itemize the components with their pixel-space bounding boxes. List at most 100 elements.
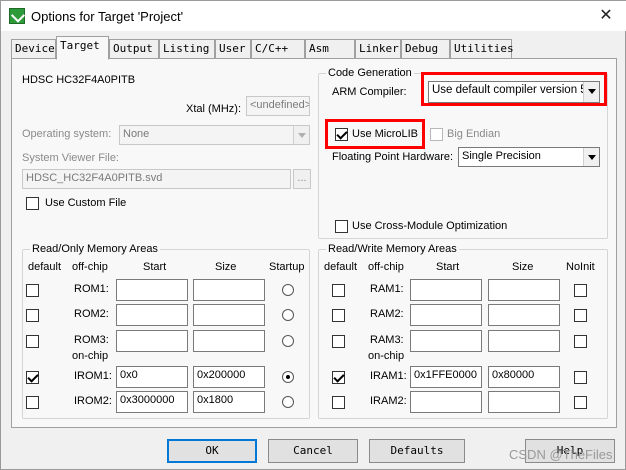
svd-browse-button[interactable]: ...: [293, 169, 311, 189]
ram-header-size: Size: [512, 261, 534, 273]
use-custom-file-label: Use Custom File: [45, 197, 127, 209]
irom2-default-checkbox[interactable]: [26, 396, 39, 409]
irom2-startup-radio[interactable]: [282, 396, 294, 408]
iram2-label: IRAM2:: [370, 395, 407, 407]
rom1-default-checkbox[interactable]: [26, 284, 39, 297]
watermark: CSDN @TheFiles: [509, 447, 613, 462]
big-endian-label: Big Endian: [447, 128, 501, 140]
ram-row: RAM2:: [308, 303, 598, 327]
defaults-button[interactable]: Defaults: [369, 439, 465, 463]
ram3-size-field[interactable]: [488, 330, 560, 352]
xtal-field[interactable]: <undefined>: [246, 96, 310, 116]
tab-c-cpp[interactable]: C/C++: [251, 39, 305, 59]
rom-header-offchip: off-chip: [72, 261, 108, 273]
ram-row: RAM1:: [308, 278, 598, 302]
rom3-label: ROM3:: [74, 334, 109, 346]
rom1-startup-radio[interactable]: [282, 284, 294, 296]
irom1-size-field[interactable]: 0x200000: [193, 366, 265, 388]
ram1-label: RAM1:: [370, 283, 404, 295]
iram1-start-field[interactable]: 0x1FFE0000: [410, 366, 482, 388]
irom1-default-checkbox[interactable]: [26, 371, 39, 384]
rom1-size-field[interactable]: [193, 279, 265, 301]
rom-row: ROM2:: [12, 303, 302, 327]
title-bar: Options for Target 'Project' ✕: [1, 1, 626, 31]
rom-row: ROM1:: [12, 278, 302, 302]
ram-row: IRAM2:: [308, 390, 598, 414]
ram3-start-field[interactable]: [410, 330, 482, 352]
rom1-label: ROM1:: [74, 283, 109, 295]
ram2-default-checkbox[interactable]: [332, 309, 345, 322]
irom1-startup-radio[interactable]: [282, 371, 294, 383]
device-name: HDSC HC32F4A0PITB: [22, 74, 136, 86]
highlight-compiler: [421, 72, 607, 106]
window-title: Options for Target 'Project': [31, 9, 184, 24]
iram1-noinit-checkbox[interactable]: [574, 371, 587, 384]
ram-row: RAM3:: [308, 329, 598, 353]
code-generation-title: Code Generation: [326, 67, 414, 79]
rom2-startup-radio[interactable]: [282, 309, 294, 321]
tab-asm[interactable]: Asm: [305, 39, 355, 59]
arm-compiler-label: ARM Compiler:: [332, 86, 407, 98]
ram3-noinit-checkbox[interactable]: [574, 335, 587, 348]
iram1-size-field[interactable]: 0x80000: [488, 366, 560, 388]
tab-device[interactable]: Device: [11, 39, 56, 59]
ram2-size-field[interactable]: [488, 304, 560, 326]
rom2-start-field[interactable]: [116, 304, 188, 326]
svd-field[interactable]: HDSC_HC32F4A0PITB.svd: [22, 169, 291, 189]
iram2-start-field[interactable]: [410, 391, 482, 413]
rom2-default-checkbox[interactable]: [26, 309, 39, 322]
ram-row: IRAM1: 0x1FFE0000 0x80000: [308, 365, 598, 389]
tab-debug[interactable]: Debug: [401, 39, 450, 59]
ram2-noinit-checkbox[interactable]: [574, 309, 587, 322]
target-tab-panel: HDSC HC32F4A0PITB Xtal (MHz): <undefined…: [11, 58, 617, 428]
ram1-size-field[interactable]: [488, 279, 560, 301]
iram2-size-field[interactable]: [488, 391, 560, 413]
chevron-down-icon: [583, 148, 599, 166]
xtal-label: Xtal (MHz):: [186, 103, 241, 115]
rom3-startup-radio[interactable]: [282, 335, 294, 347]
ram3-default-checkbox[interactable]: [332, 335, 345, 348]
cross-module-label: Use Cross-Module Optimization: [352, 220, 508, 232]
rom2-size-field[interactable]: [193, 304, 265, 326]
rom1-start-field[interactable]: [116, 279, 188, 301]
cross-module-checkbox[interactable]: [335, 220, 348, 233]
iram2-default-checkbox[interactable]: [332, 396, 345, 409]
ram1-default-checkbox[interactable]: [332, 284, 345, 297]
svd-label: System Viewer File:: [22, 152, 119, 164]
rom-row: IROM1: 0x0 0x200000: [12, 365, 302, 389]
ram-header-start: Start: [436, 261, 460, 273]
irom1-label: IROM1:: [74, 370, 112, 382]
ok-button[interactable]: OK: [167, 439, 257, 463]
ram1-noinit-checkbox[interactable]: [574, 284, 587, 297]
cancel-button[interactable]: Cancel: [268, 439, 358, 463]
rom3-size-field[interactable]: [193, 330, 265, 352]
big-endian-checkbox[interactable]: [430, 128, 443, 141]
rom-row: ROM3:: [12, 329, 302, 353]
os-select[interactable]: None: [119, 125, 310, 145]
fph-label: Floating Point Hardware:: [332, 151, 454, 163]
tab-linker[interactable]: Linker: [355, 39, 401, 59]
irom2-size-field[interactable]: 0x1800: [193, 391, 265, 413]
irom2-label: IROM2:: [74, 395, 112, 407]
ram3-label: RAM3:: [370, 334, 404, 346]
irom2-start-field[interactable]: 0x3000000: [116, 391, 188, 413]
tab-user[interactable]: User: [215, 39, 251, 59]
tab-utilities[interactable]: Utilities: [450, 39, 514, 59]
ram1-start-field[interactable]: [410, 279, 482, 301]
use-custom-file-checkbox[interactable]: [26, 197, 39, 210]
ram2-start-field[interactable]: [410, 304, 482, 326]
fph-select[interactable]: Single Precision: [458, 147, 600, 167]
tab-output[interactable]: Output: [109, 39, 159, 59]
tab-listing[interactable]: Listing: [159, 39, 215, 59]
rom2-label: ROM2:: [74, 308, 109, 320]
iram1-default-checkbox[interactable]: [332, 371, 345, 384]
iram2-noinit-checkbox[interactable]: [574, 396, 587, 409]
tab-target[interactable]: Target: [56, 36, 109, 60]
fph-value: Single Precision: [462, 150, 541, 162]
close-button[interactable]: ✕: [589, 4, 623, 28]
rom3-default-checkbox[interactable]: [26, 335, 39, 348]
rom3-start-field[interactable]: [116, 330, 188, 352]
ram2-label: RAM2:: [370, 308, 404, 320]
ram-onchip-label: on-chip: [368, 350, 405, 362]
irom1-start-field[interactable]: 0x0: [116, 366, 188, 388]
